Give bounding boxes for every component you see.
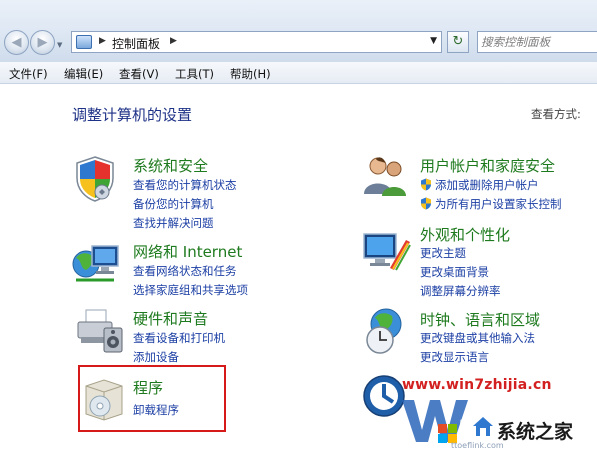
breadcrumb-control-panel[interactable]: 控制面板 xyxy=(112,35,160,52)
link-devices-printers[interactable]: 查看设备和打印机 xyxy=(133,330,225,346)
menu-bar: 文件(F) 编辑(E) 查看(V) 工具(T) 帮助(H) xyxy=(0,62,597,84)
link-change-desktop-background[interactable]: 更改桌面背景 xyxy=(420,264,489,280)
link-change-display-language[interactable]: 更改显示语言 xyxy=(420,349,489,365)
address-history-dropdown-icon[interactable]: ▼ xyxy=(430,36,437,46)
link-view-network-status[interactable]: 查看网络状态和任务 xyxy=(133,263,237,279)
view-by-label[interactable]: 查看方式: xyxy=(531,106,581,122)
menu-file[interactable]: 文件(F) xyxy=(9,66,48,82)
link-label: 为所有用户设置家长控制 xyxy=(435,197,562,211)
link-adjust-resolution[interactable]: 调整屏幕分辨率 xyxy=(420,283,501,299)
users-icon[interactable] xyxy=(360,154,410,198)
category-title-appearance[interactable]: 外观和个性化 xyxy=(420,224,510,245)
link-add-device[interactable]: 添加设备 xyxy=(133,349,179,365)
link-change-keyboard-input[interactable]: 更改键盘或其他输入法 xyxy=(420,330,535,346)
link-add-remove-accounts[interactable]: 添加或删除用户帐户 xyxy=(420,177,539,193)
watermark-small-text: ttoeflink.com xyxy=(451,441,504,450)
menu-tools[interactable]: 工具(T) xyxy=(175,66,214,82)
breadcrumb-chevron-icon[interactable]: ▶ xyxy=(99,36,106,46)
menu-edit[interactable]: 编辑(E) xyxy=(64,66,103,82)
forward-button[interactable]: ▶ xyxy=(30,30,55,55)
recent-pages-chevron-down-icon[interactable]: ▼ xyxy=(57,41,62,49)
forward-arrow-icon: ▶ xyxy=(37,35,48,50)
category-title-system-security[interactable]: 系统和安全 xyxy=(133,155,208,176)
link-view-computer-status[interactable]: 查看您的计算机状态 xyxy=(133,177,237,193)
uac-shield-icon xyxy=(421,197,431,210)
category-title-clock-region[interactable]: 时钟、语言和区域 xyxy=(420,309,540,330)
back-button[interactable]: ◀ xyxy=(4,30,29,55)
shield-icon[interactable] xyxy=(72,154,118,204)
link-label: 添加或删除用户帐户 xyxy=(435,178,539,192)
category-title-user-accounts[interactable]: 用户帐户和家庭安全 xyxy=(420,155,555,176)
category-title-hardware-sound[interactable]: 硬件和声音 xyxy=(133,308,208,329)
link-parental-controls[interactable]: 为所有用户设置家长控制 xyxy=(420,196,562,212)
link-backup-computer[interactable]: 备份您的计算机 xyxy=(133,196,214,212)
programs-highlight-box xyxy=(78,365,226,432)
control-panel-icon xyxy=(76,35,92,49)
watermark-site-name: 系统之家 xyxy=(497,421,574,443)
address-toolbar: ◀ ▶ ▼ ▶ 控制面板 ▶ ▼ ↻ xyxy=(0,0,597,62)
search-input[interactable] xyxy=(481,33,597,51)
link-homegroup-sharing[interactable]: 选择家庭组和共享选项 xyxy=(133,282,248,298)
watermark-url: www.win7zhijia.cn xyxy=(402,377,552,393)
link-change-theme[interactable]: 更改主题 xyxy=(420,245,466,261)
menu-view[interactable]: 查看(V) xyxy=(119,66,159,82)
refresh-button[interactable]: ↻ xyxy=(447,31,469,53)
refresh-icon: ↻ xyxy=(452,34,464,49)
uac-shield-icon xyxy=(421,178,431,191)
search-box[interactable] xyxy=(477,31,597,53)
page-title: 调整计算机的设置 xyxy=(72,106,193,124)
breadcrumb-chevron-icon[interactable]: ▶ xyxy=(170,36,177,46)
monitor-palette-icon[interactable] xyxy=(360,228,412,272)
globe-clock-icon[interactable] xyxy=(360,306,410,356)
watermark-house-icon xyxy=(473,417,493,436)
link-find-fix-problems[interactable]: 查找并解决问题 xyxy=(133,215,214,231)
back-arrow-icon: ◀ xyxy=(11,35,22,50)
address-bar[interactable]: ▶ 控制面板 ▶ ▼ xyxy=(71,31,442,53)
category-title-network-internet[interactable]: 网络和 Internet xyxy=(133,241,242,262)
printer-icon[interactable] xyxy=(74,308,124,354)
network-globe-icon[interactable] xyxy=(70,240,122,284)
menu-help[interactable]: 帮助(H) xyxy=(230,66,271,82)
